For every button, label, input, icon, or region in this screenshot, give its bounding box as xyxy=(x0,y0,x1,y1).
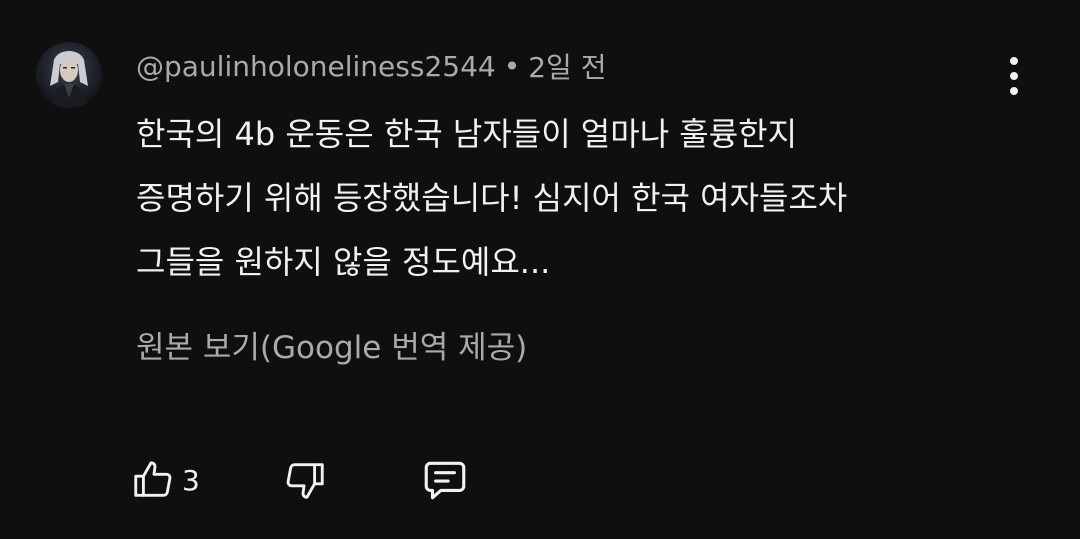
comment-time[interactable]: 2일 전 xyxy=(528,46,606,86)
thumb-up-icon xyxy=(130,457,176,503)
comment-text: 한국의 4b 운동은 한국 남자들이 얼마나 훌륭한지 증명하기 위해 등장했습… xyxy=(136,102,996,294)
see-original-link[interactable]: 원본 보기(Google 번역 제공) xyxy=(136,322,527,367)
separator-dot: • xyxy=(503,49,521,83)
comment-text-line: 그들을 원하지 않을 정도예요... xyxy=(136,243,551,281)
comment-icon xyxy=(420,455,470,505)
comment-actions: 3 xyxy=(130,452,470,508)
more-options-button[interactable] xyxy=(992,52,1036,100)
comment-text-line: 증명하기 위해 등장했습니다! 심지어 한국 여자들조차 xyxy=(136,179,848,217)
more-vert-icon-dot xyxy=(1010,72,1018,80)
author-name[interactable]: @paulinholoneliness2544 xyxy=(136,50,496,83)
comment-header: @paulinholoneliness2544 • 2일 전 xyxy=(136,46,606,86)
dislike-button[interactable] xyxy=(282,457,328,503)
author-avatar[interactable] xyxy=(36,42,102,108)
more-vert-icon-dot xyxy=(1010,87,1018,95)
more-vert-icon xyxy=(1010,57,1018,65)
comment-text-line: 한국의 4b 운동은 한국 남자들이 얼마나 훌륭한지 xyxy=(136,115,798,153)
reply-button[interactable] xyxy=(420,455,470,505)
avatar-image xyxy=(36,42,102,108)
like-button[interactable]: 3 xyxy=(130,457,200,503)
like-count: 3 xyxy=(182,463,200,497)
thumb-down-icon xyxy=(282,457,328,503)
